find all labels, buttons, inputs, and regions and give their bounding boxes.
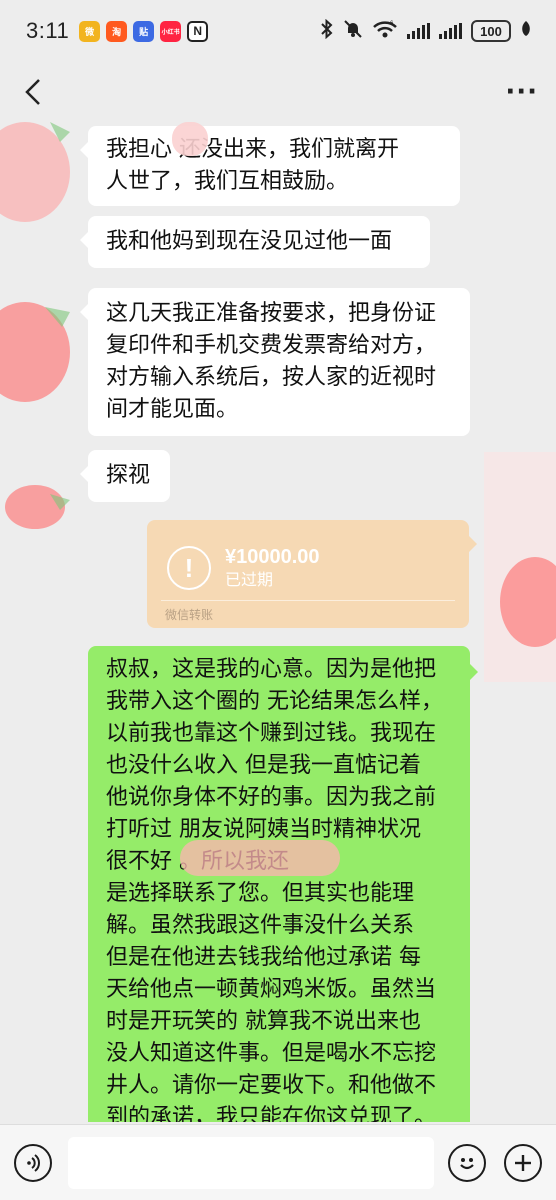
voice-icon[interactable] — [14, 1143, 52, 1182]
message-line: 到的承诺，我只能在你这兑现了。 — [106, 1105, 437, 1122]
wechat-transfer-card[interactable]: ! ¥10000.00 已过期 微信转账 — [147, 520, 477, 628]
received-message[interactable]: 探视 — [80, 450, 170, 502]
chevron-left-icon[interactable] — [18, 72, 48, 112]
status-bar: 3:11 微 淘 贴 小红书 N 6 100 — [0, 0, 556, 62]
message-line: 他说你身体不好的事。因为我之前 — [106, 785, 437, 810]
signal-icon-2 — [439, 23, 462, 39]
input-bar — [0, 1124, 556, 1200]
transfer-label: 微信转账 — [165, 608, 214, 622]
message-line: 我和他妈到现在没见过他一面 — [106, 229, 393, 254]
received-message[interactable]: 这几天我正准备按要求，把身份证 复印件和手机交费发票寄给对方， 对方输入系统后，… — [80, 288, 470, 436]
message-line: 打听过 朋友说阿姨当时精神状况 — [106, 817, 421, 842]
system-status: 6 100 — [320, 18, 532, 44]
exclamation-icon: ! — [167, 546, 211, 590]
tieba-icon: 贴 — [133, 20, 155, 42]
signal-icon-1 — [407, 23, 430, 39]
bluetooth-icon — [320, 18, 334, 44]
message-line: 没人知道这件事。但是喝水不忘挖 — [106, 1041, 437, 1066]
strawberry-sticker-decoration — [484, 452, 556, 682]
message-line: 解。虽然我跟这件事没什么关系 — [106, 913, 415, 938]
nfc-icon: N — [187, 20, 209, 42]
battery-icon: 100 — [471, 20, 511, 42]
message-line: 这几天我正准备按要求，把身份证 — [106, 301, 437, 326]
message-line: 时是开玩笑的 就算我不说出来也 — [106, 1009, 421, 1034]
message-line: 也没什么收入 但是我一直惦记着 — [106, 753, 421, 778]
notification-icons: 微 淘 贴 小红书 N — [79, 20, 209, 42]
chat-header: ··· — [0, 62, 556, 122]
message-line: 对方输入系统后，按人家的近视时 — [106, 365, 437, 390]
taobao-icon: 淘 — [106, 20, 128, 42]
received-message[interactable]: 我担心 还没出来，我们就离开 人世了，我们互相鼓励。 — [80, 126, 460, 206]
transfer-amount: ¥10000.00 — [225, 546, 320, 568]
message-line: 叔叔，这是我的心意。因为是他把 — [106, 657, 437, 682]
message-line: 但是在他进去钱我给他过承诺 每 — [106, 945, 421, 970]
leaf-icon — [520, 20, 532, 43]
strawberry-sticker-decoration — [0, 122, 70, 529]
sent-message[interactable]: 叔叔，这是我的心意。因为是他把 我带入这个圈的 无论结果怎么样， 以前我也靠这个… — [88, 646, 478, 1122]
mute-bell-icon — [343, 19, 363, 44]
status-time: 3:11 — [26, 18, 70, 43]
message-line: 是选择联系了您。但其实也能理 — [106, 881, 415, 906]
message-line: 我带入这个圈的 无论结果怎么样， — [106, 689, 443, 714]
plus-icon[interactable] — [504, 1143, 542, 1182]
message-line: 很不好 。所以我还 — [106, 849, 289, 874]
message-line: 井人。请你一定要收下。和他做不 — [106, 1073, 437, 1098]
more-dots-icon[interactable]: ··· — [505, 79, 538, 105]
chat-area[interactable]: 我担心 还没出来，我们就离开 人世了，我们互相鼓励。 我和他妈到现在没见过他一面… — [0, 122, 556, 1122]
wifi-icon: 6 — [372, 19, 398, 44]
message-line: 我担心 还没出来，我们就离开 — [106, 137, 399, 162]
message-line: 以前我也靠这个赚到过钱。我现在 — [106, 721, 437, 746]
message-input[interactable] — [68, 1136, 434, 1189]
weibo-icon: 微 — [79, 20, 101, 42]
divider — [161, 600, 455, 601]
transfer-status: 已过期 — [225, 570, 274, 589]
message-line: 间才能见面。 — [106, 397, 239, 422]
emoji-icon[interactable] — [448, 1143, 486, 1182]
received-message[interactable]: 我和他妈到现在没见过他一面 — [80, 216, 430, 268]
message-line: 探视 — [106, 463, 151, 488]
message-line: 人世了，我们互相鼓励。 — [106, 169, 349, 194]
xiaohongshu-icon: 小红书 — [160, 20, 182, 42]
message-line: 天给他点一顿黄焖鸡米饭。虽然当 — [106, 977, 437, 1002]
message-line: 复印件和手机交费发票寄给对方， — [106, 333, 437, 358]
